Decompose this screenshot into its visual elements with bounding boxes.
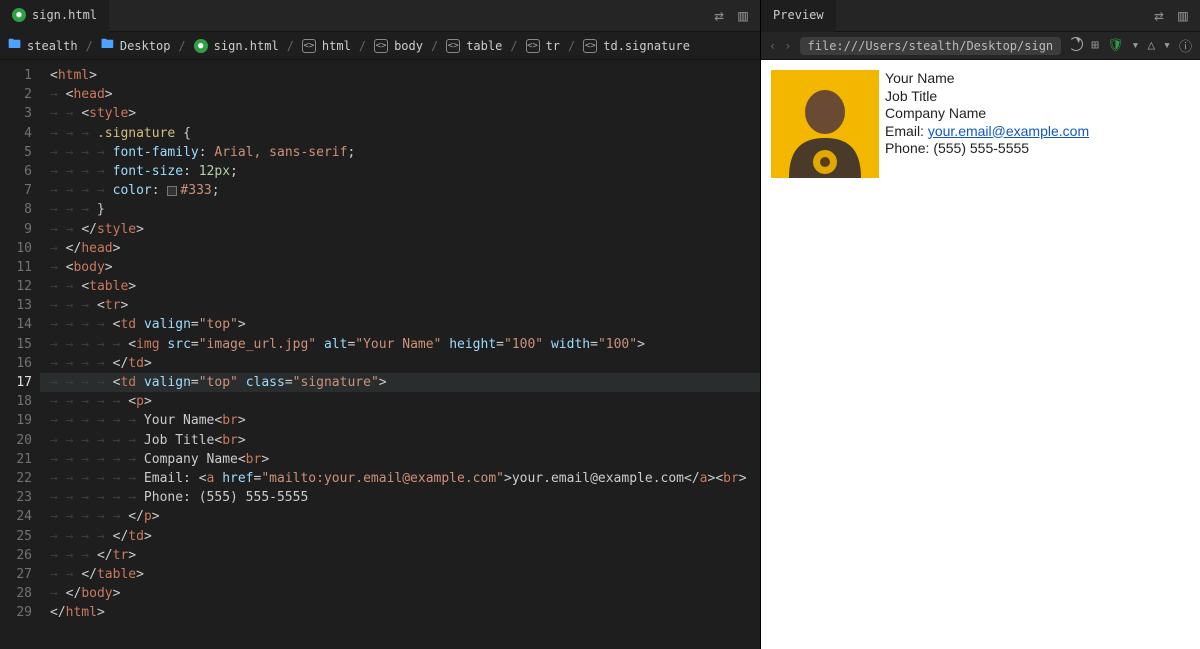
preview-content: Your Name Job Title Company Name Email: … — [761, 60, 1200, 649]
breadcrumb-item[interactable]: td.signature — [603, 39, 690, 53]
signature-email-line: Email: your.email@example.com — [885, 123, 1089, 141]
breadcrumb-item[interactable]: Desktop — [120, 39, 171, 53]
editor-tab-bar: ● sign.html ⇄ ▥ — [0, 0, 760, 32]
editor-tab-actions: ⇄ ▥ — [702, 9, 760, 23]
preview-tab-label: Preview — [773, 8, 824, 22]
breadcrumb-item[interactable]: sign.html — [214, 39, 279, 53]
warning-icon[interactable]: △ — [1147, 38, 1155, 53]
code-content[interactable]: <html>→ <head>→ → <style>→ → → .signatur… — [40, 60, 760, 649]
tag-icon: <> — [302, 39, 316, 53]
editor-tab-label: sign.html — [32, 8, 97, 22]
preview-toolbar: ‹ › file:///Users/stealth/Desktop/sign ⊞… — [761, 32, 1200, 60]
html5-icon: ● — [194, 39, 208, 53]
split-icon[interactable]: ▥ — [1176, 9, 1190, 23]
folder-icon: 🖿 — [8, 35, 21, 57]
signature-email-link[interactable]: your.email@example.com — [928, 123, 1089, 139]
chevron-down-icon[interactable]: ▾ — [1163, 38, 1171, 53]
signature-block: Your Name Job Title Company Name Email: … — [771, 70, 1190, 178]
breadcrumb: 🖿 stealth / 🖿 Desktop / ● sign.html / <>… — [0, 32, 760, 60]
reload-icon[interactable] — [1069, 37, 1083, 55]
folder-icon: 🖿 — [101, 35, 114, 57]
diff-icon[interactable]: ⇄ — [712, 9, 726, 23]
signature-text: Your Name Job Title Company Name Email: … — [885, 70, 1089, 178]
signature-phone-line: Phone: (555) 555-5555 — [885, 140, 1089, 158]
responsive-icon[interactable]: ⊞ — [1091, 38, 1099, 53]
signature-image — [771, 70, 879, 178]
diff-icon[interactable]: ⇄ — [1152, 9, 1166, 23]
signature-name: Your Name — [885, 70, 1089, 88]
html5-icon: ● — [12, 8, 26, 22]
line-gutter: 1234567891011121314151617181920212223242… — [0, 60, 40, 649]
shield-icon[interactable]: 🛡 — [1107, 38, 1124, 53]
split-icon[interactable]: ▥ — [736, 9, 750, 23]
breadcrumb-item[interactable]: stealth — [27, 39, 78, 53]
preview-tab[interactable]: Preview — [761, 0, 836, 32]
tag-icon: <> — [526, 39, 540, 53]
breadcrumb-item[interactable]: table — [466, 39, 502, 53]
breadcrumb-item[interactable]: tr — [546, 39, 560, 53]
preview-tab-actions: ⇄ ▥ — [1142, 9, 1200, 23]
tag-icon: <> — [446, 39, 460, 53]
signature-company: Company Name — [885, 105, 1089, 123]
url-bar[interactable]: file:///Users/stealth/Desktop/sign — [800, 37, 1062, 55]
info-icon[interactable]: ⓘ — [1179, 36, 1192, 55]
breadcrumb-item[interactable]: html — [322, 39, 351, 53]
tag-icon: <> — [374, 39, 388, 53]
back-arrow-icon[interactable]: ‹ — [769, 39, 776, 53]
editor-pane: ● sign.html ⇄ ▥ 🖿 stealth / 🖿 Desktop / … — [0, 0, 761, 649]
forward-arrow-icon[interactable]: › — [784, 39, 791, 53]
breadcrumb-item[interactable]: body — [394, 39, 423, 53]
tag-icon: <> — [583, 39, 597, 53]
code-area: 1234567891011121314151617181920212223242… — [0, 60, 760, 649]
preview-pane: Preview ⇄ ▥ ‹ › file:///Users/stealth/De… — [761, 0, 1200, 649]
preview-tab-bar: Preview ⇄ ▥ — [761, 0, 1200, 32]
editor-tab[interactable]: ● sign.html — [0, 0, 109, 32]
signature-title: Job Title — [885, 88, 1089, 106]
chevron-down-icon[interactable]: ▾ — [1132, 38, 1140, 53]
